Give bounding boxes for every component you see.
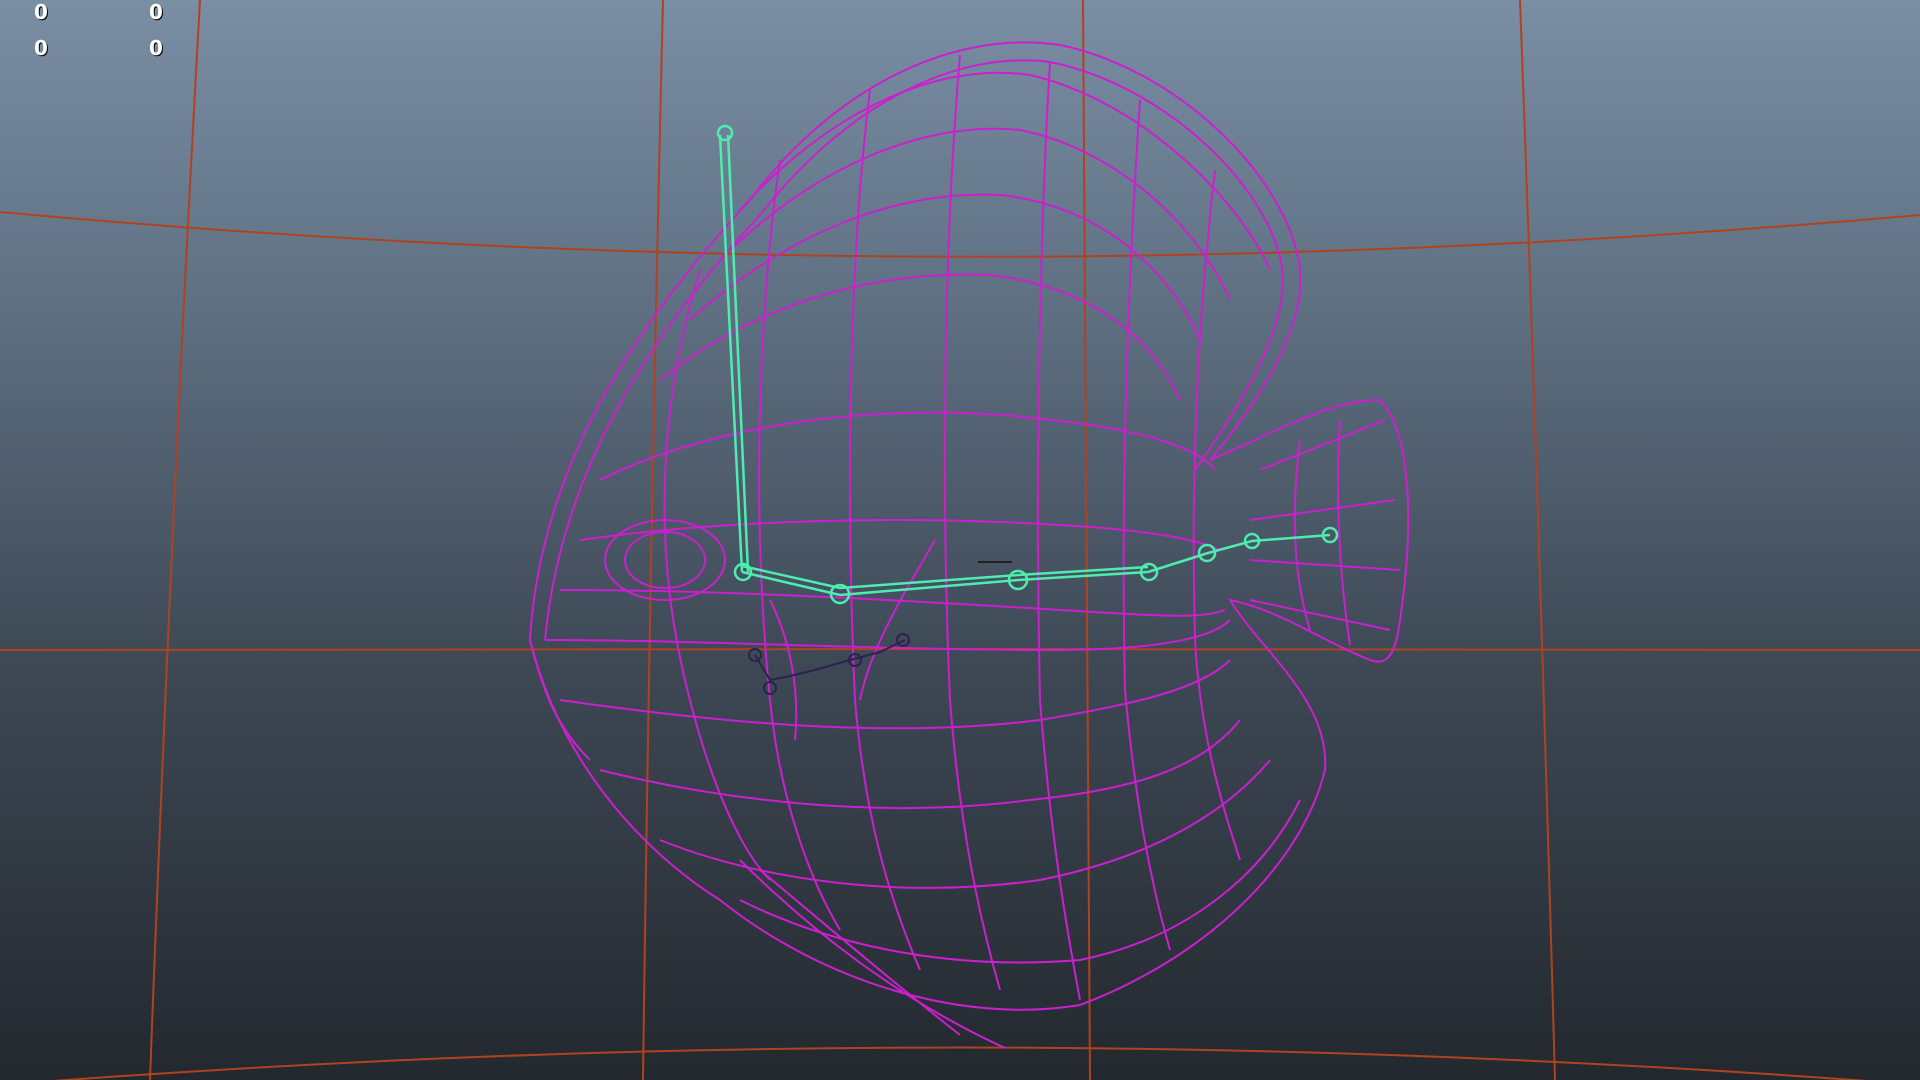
pelvic-fin-2	[739, 859, 1006, 1049]
body-vertical-2	[758, 159, 841, 931]
tail-fin-grid-v1	[1293, 439, 1311, 631]
dorsal-fin-1	[739, 71, 1271, 271]
hud-readout: 0 0 0 0	[0, 0, 220, 70]
body-contour-1	[599, 411, 1216, 481]
tail-fin-grid-1	[1259, 419, 1386, 471]
bone-spine-1	[741, 564, 841, 597]
body-vertical-3	[849, 89, 921, 971]
grid-line-v4	[1519, 0, 1556, 1080]
grid-line-h3	[52, 1046, 1868, 1080]
body-vertical-6	[1122, 99, 1171, 951]
scene-canvas[interactable]	[0, 0, 1920, 1080]
body-contour-5	[559, 659, 1231, 730]
hud-value-r1c1: 0	[34, 0, 48, 24]
grid-line-h1	[0, 211, 1920, 258]
body-outline	[528, 41, 1410, 1011]
tail-fin-grid-v2	[1337, 419, 1351, 646]
hud-value-r2c2: 0	[149, 36, 163, 60]
hud-value-r1c2: 0	[149, 0, 163, 24]
tail-fin-grid-3	[1249, 559, 1401, 571]
dorsal-fin-3	[689, 193, 1201, 341]
body-contour-6	[599, 719, 1241, 810]
bone-spine-4	[1147, 533, 1331, 574]
body-vertical-5	[1037, 61, 1081, 1001]
bone-vertical	[718, 134, 750, 573]
joint-root[interactable]	[716, 124, 734, 142]
perspective-grid	[0, 0, 1920, 1080]
pelvic-fin-1	[759, 869, 961, 1036]
hud-value-r2c1: 0	[34, 36, 48, 60]
body-contour-3	[559, 589, 1226, 617]
grid-line-v3	[1082, 0, 1091, 1080]
fish-wireframe[interactable]	[528, 41, 1410, 1049]
tail-fin-grid-2	[1249, 499, 1396, 521]
bone-spine-2	[839, 573, 1019, 597]
3d-viewport[interactable]: 0 0 0 0	[0, 0, 1920, 1080]
skeleton[interactable]	[716, 124, 1339, 605]
tail-fin-grid-4	[1249, 599, 1391, 631]
grid-line-v1	[149, 0, 201, 1080]
grid-line-v2	[642, 0, 664, 1080]
